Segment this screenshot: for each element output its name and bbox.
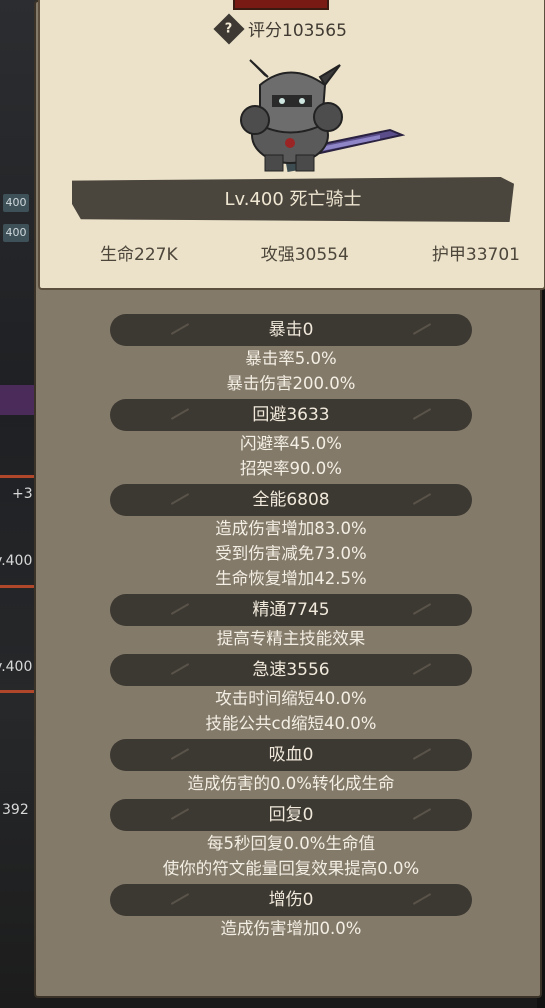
stat-armor: 护甲33701: [431, 245, 520, 265]
attr-haste-title: 急速3556: [110, 654, 472, 686]
hero-stats-row: 生命227K 攻强30554 护甲33701: [60, 240, 520, 265]
bg-level-badge: 400: [3, 194, 29, 212]
attr-detail: 造成伤害增加83.0%: [215, 519, 367, 538]
attr-regen-title: 回复0: [110, 799, 472, 831]
attr-detail: 每5秒回复0.0%生命值: [207, 834, 375, 853]
hero-name-banner: Lv.400 死亡骑士: [72, 177, 514, 222]
attr-detail: 使你的符文能量回复效果提高0.0%: [162, 859, 420, 878]
attr-detail: 暴击率5.0%: [245, 349, 337, 368]
attr-detail: 招架率90.0%: [240, 459, 342, 478]
death-knight-sprite: [240, 59, 405, 173]
attr-detail: 技能公共cd缩短40.0%: [205, 714, 377, 733]
attr-dmgboost-title: 增伤0: [110, 884, 472, 916]
score-text: 评分103565: [248, 21, 347, 41]
attr-detail: 生命恢复增加42.5%: [215, 569, 367, 588]
bg-text: +3: [12, 486, 33, 502]
bg-text: v.400: [0, 553, 33, 569]
attr-mastery-title: 精通7745: [110, 594, 472, 626]
bg-text: v.400: [0, 659, 33, 675]
attr-crit-title: 暴击0: [110, 314, 472, 346]
stat-hp: 生命227K: [100, 245, 178, 265]
stat-attack: 攻强30554: [260, 245, 349, 265]
attr-detail: 暴击伤害200.0%: [226, 374, 356, 393]
question-diamond-icon[interactable]: ?: [213, 12, 245, 45]
attribute-list: 暴击0 暴击率5.0% 暴击伤害200.0% 回避3633 闪避率45.0% 招…: [110, 310, 472, 941]
bg-text: 392: [2, 802, 29, 818]
score-row: ? 评分103565: [213, 12, 347, 45]
attr-detail: 闪避率45.0%: [240, 434, 342, 453]
red-tab[interactable]: [233, 0, 329, 10]
attr-versatility-title: 全能6808: [110, 484, 472, 516]
attr-detail: 造成伤害的0.0%转化成生命: [187, 774, 395, 793]
attr-detail: 造成伤害增加0.0%: [220, 919, 362, 938]
bg-level-badge: 400: [3, 224, 29, 242]
attr-detail: 受到伤害减免73.0%: [215, 544, 367, 563]
attr-leech-title: 吸血0: [110, 739, 472, 771]
attr-dodge-title: 回避3633: [110, 399, 472, 431]
attr-detail: 提高专精主技能效果: [216, 629, 366, 648]
attr-detail: 攻击时间缩短40.0%: [215, 689, 367, 708]
